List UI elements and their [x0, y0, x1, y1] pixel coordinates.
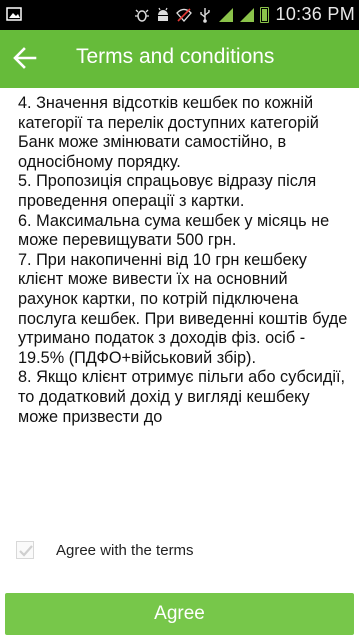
checkmark-icon	[19, 545, 33, 557]
image-notification-icon	[6, 6, 22, 22]
android-icon	[155, 7, 171, 23]
status-bar-right: 10:36 PM	[134, 4, 355, 25]
status-bar: 10:36 PM	[0, 0, 359, 30]
app-bar: Terms and conditions	[0, 30, 359, 88]
agree-checkbox-label[interactable]: Agree with the terms	[56, 542, 194, 559]
bug-icon	[134, 7, 150, 23]
agree-checkbox[interactable]	[16, 541, 34, 559]
signal-icon	[239, 7, 255, 23]
usb-icon	[197, 7, 213, 23]
arrow-left-icon[interactable]	[12, 45, 38, 71]
page-title: Terms and conditions	[76, 45, 275, 68]
battery-icon	[259, 6, 269, 23]
terms-text[interactable]: 4. Значення відсотків кешбек по кожній к…	[18, 94, 348, 526]
agree-button[interactable]: Agree	[5, 593, 354, 635]
status-time: 10:36 PM	[275, 4, 355, 24]
wifi-off-icon	[175, 7, 192, 23]
signal-icon	[218, 7, 234, 23]
status-bar-left	[6, 6, 22, 22]
agree-checkbox-row[interactable]: Agree with the terms	[16, 538, 194, 562]
